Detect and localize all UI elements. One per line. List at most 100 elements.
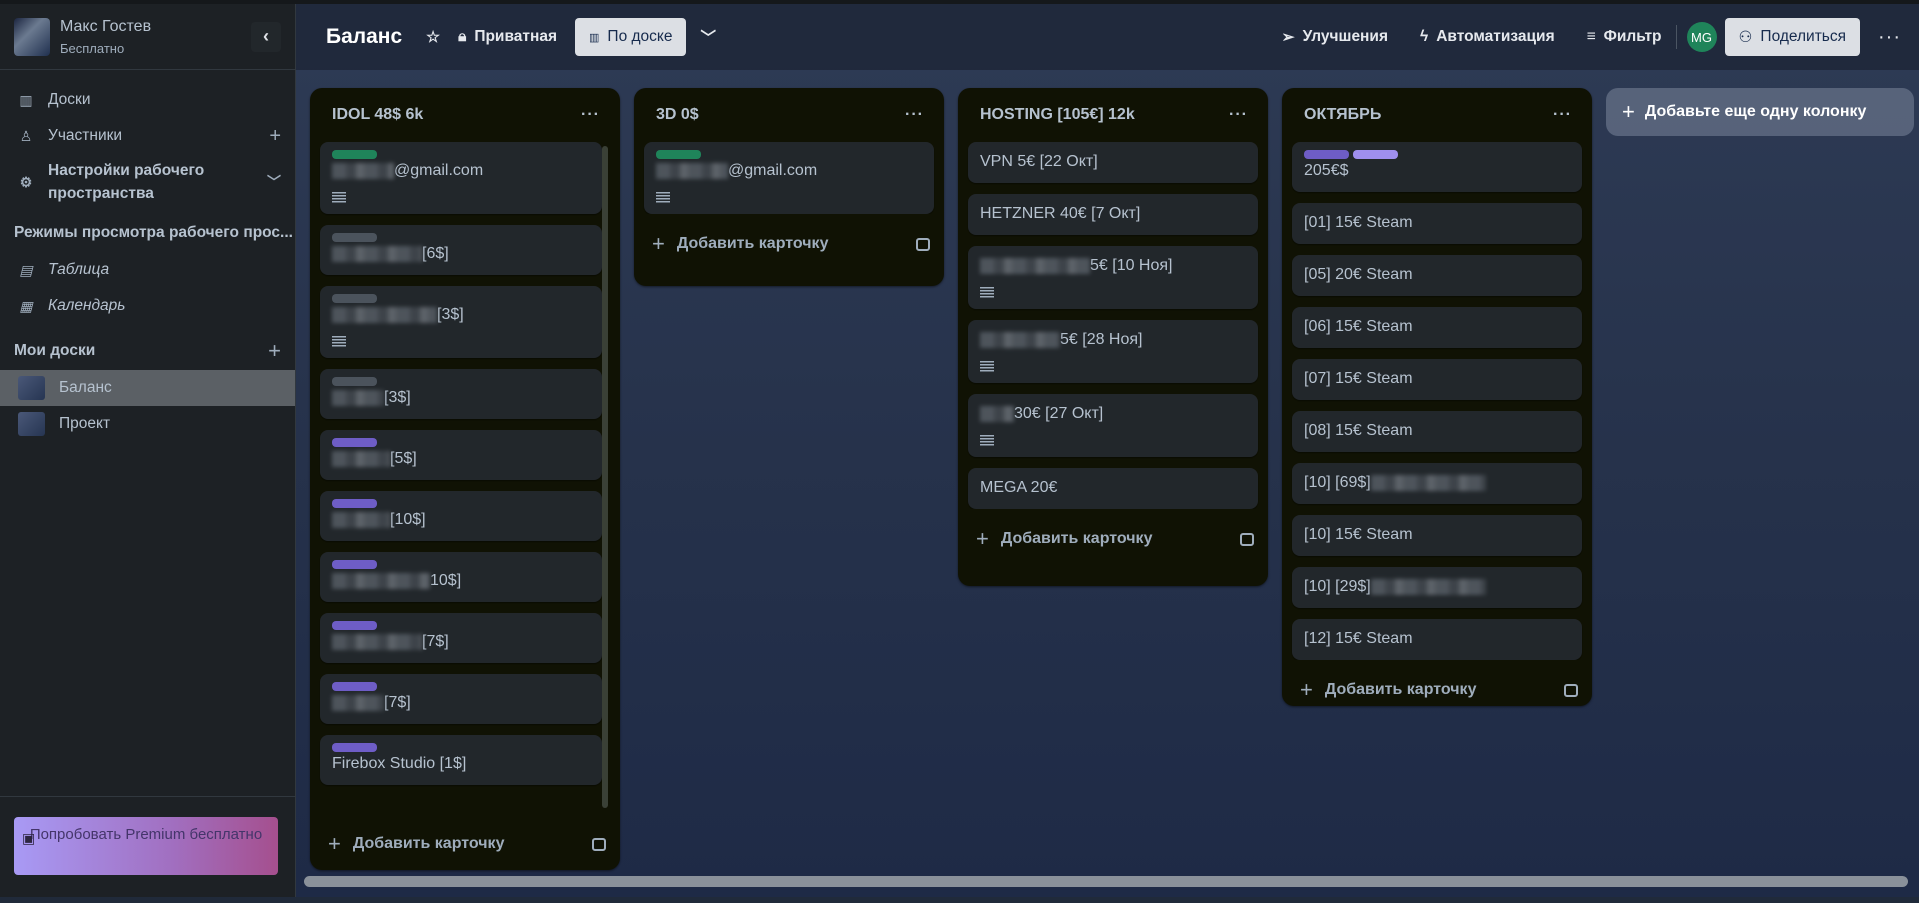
card[interactable]: [06] 15€ Steam (1292, 307, 1582, 348)
add-column-button[interactable]: + Добавьте еще одну колонку (1606, 88, 1914, 136)
card[interactable]: [10$] (320, 491, 602, 541)
column-header[interactable]: 3D 0$ ··· (634, 88, 944, 142)
sidebar: Макс Гостев Бесплатно ‹ ▥ Доски ♙ Участник… (0, 4, 296, 897)
sidebar-item-members[interactable]: ♙ Участники + (0, 118, 295, 154)
visibility-button[interactable]: 🔒︎ Приватная (458, 28, 557, 46)
card-title: [12] 15€ Steam (1304, 627, 1570, 650)
horizontal-scrollbar[interactable] (304, 876, 1908, 887)
template-icon[interactable] (1564, 683, 1578, 697)
label-purple[interactable] (332, 438, 377, 447)
user-avatar[interactable] (14, 17, 50, 56)
card[interactable]: @gmail.com (644, 142, 934, 214)
label-purple[interactable] (332, 560, 377, 569)
column-title[interactable]: HOSTING [105€] 12k (980, 106, 1135, 124)
vertical-scrollbar[interactable] (602, 146, 608, 808)
card[interactable]: [10] [69$] (1292, 463, 1582, 504)
card[interactable]: [01] 15€ Steam (1292, 203, 1582, 244)
card[interactable]: [5$] (320, 430, 602, 480)
column-header[interactable]: HOSTING [105€] 12k ··· (958, 88, 1268, 142)
label-purple[interactable] (1304, 150, 1349, 159)
label-purple[interactable] (332, 682, 377, 691)
sidebar-item-boards[interactable]: ▥ Доски (0, 82, 295, 118)
sidebar-board-project[interactable]: Проект (0, 406, 295, 442)
sidebar-item-table[interactable]: ▤ Таблица (0, 252, 295, 288)
card[interactable]: [10] 15€ Steam (1292, 515, 1582, 556)
card[interactable]: [05] 20€ Steam (1292, 255, 1582, 296)
filter-button[interactable]: ≡ Фильтр (1587, 28, 1662, 46)
card[interactable]: MEGA 20€ (968, 468, 1258, 509)
card[interactable]: [10] [29$] (1292, 567, 1582, 608)
card[interactable]: 205€$ (1292, 142, 1582, 192)
card-title: [10] [69$] (1304, 471, 1570, 494)
add-card-button[interactable]: + Добавить карточку (634, 218, 944, 270)
column-menu-icon[interactable]: ··· (581, 106, 600, 124)
card[interactable]: [07] 15€ Steam (1292, 359, 1582, 400)
redacted-text (1370, 579, 1486, 595)
column-header[interactable]: IDOL 48$ 6k ··· (310, 88, 620, 142)
add-member-icon[interactable]: + (269, 125, 281, 148)
sidebar-item-calendar[interactable]: ▦ Календарь (0, 288, 295, 324)
label-gray[interactable] (332, 233, 377, 242)
column-title[interactable]: 3D 0$ (656, 106, 699, 124)
card[interactable]: [12] 15€ Steam (1292, 619, 1582, 660)
card[interactable]: [7$] (320, 674, 602, 724)
label-purple[interactable] (332, 621, 377, 630)
card[interactable]: [08] 15€ Steam (1292, 411, 1582, 452)
column-menu-icon[interactable]: ··· (1553, 106, 1572, 124)
column-menu-icon[interactable]: ··· (1229, 106, 1248, 124)
powerups-label: Улучшения (1302, 28, 1388, 45)
label-gray[interactable] (332, 294, 377, 303)
sidebar-item-settings[interactable]: ⚙ Настройки рабочего пространства ﹀ (0, 154, 295, 210)
add-card-button[interactable]: + Добавить карточку (1282, 664, 1592, 716)
label-green[interactable] (656, 150, 701, 159)
label-purple[interactable] (332, 499, 377, 508)
board-title[interactable]: Баланс (326, 25, 402, 49)
automation-button[interactable]: ϟ Автоматизация (1420, 28, 1555, 46)
sidebar-board-balance[interactable]: Баланс (0, 370, 295, 406)
chevron-down-icon[interactable]: ﹀ (267, 171, 281, 194)
divider (0, 796, 295, 797)
card[interactable]: HETZNER 40€ [7 Окт] (968, 194, 1258, 235)
label-green[interactable] (332, 150, 377, 159)
redacted-text (332, 573, 430, 589)
description-icon (656, 192, 670, 204)
card[interactable]: 5€ [10 Ноя] (968, 246, 1258, 309)
column-header[interactable]: ОКТЯБРЬ ··· (1282, 88, 1592, 142)
my-boards-label: Мои доски (14, 342, 96, 359)
calendar-icon: ▦ (19, 297, 33, 314)
share-button[interactable]: ⚇ Поделиться (1724, 18, 1861, 56)
member-avatar[interactable]: MG (1686, 22, 1717, 52)
card[interactable]: @gmail.com (320, 142, 602, 214)
views-dropdown-button[interactable]: ﹀ (700, 26, 716, 48)
label-gray[interactable] (332, 377, 377, 386)
card[interactable]: [7$] (320, 613, 602, 663)
star-button[interactable]: ☆ (426, 28, 440, 47)
add-card-button[interactable]: + Добавить карточку (310, 818, 620, 870)
try-premium-button[interactable]: ▣ Попробовать Premium бесплатно (14, 817, 278, 875)
card[interactable]: [3$] (320, 369, 602, 419)
template-icon[interactable] (916, 237, 930, 251)
add-board-icon[interactable]: + (268, 338, 281, 364)
add-card-button[interactable]: + Добавить карточку (958, 513, 1268, 565)
card-title: @gmail.com (656, 160, 922, 182)
label-purple[interactable] (332, 743, 377, 752)
card-title: [7$] (332, 631, 590, 653)
card[interactable]: 30€ [27 Окт] (968, 394, 1258, 457)
more-menu-button[interactable]: ··· (1878, 26, 1901, 49)
card[interactable]: Firebox Studio [1$] (320, 735, 602, 785)
card[interactable]: 5€ [28 Ноя] (968, 320, 1258, 383)
card[interactable]: [3$] (320, 286, 602, 358)
template-icon[interactable] (592, 837, 606, 851)
column-title[interactable]: ОКТЯБРЬ (1304, 106, 1381, 124)
powerups-button[interactable]: ➢ Улучшения (1282, 28, 1388, 47)
label-lightpurple[interactable] (1353, 150, 1398, 159)
column-title[interactable]: IDOL 48$ 6k (332, 106, 423, 124)
card[interactable]: VPN 5€ [22 Окт] (968, 142, 1258, 183)
template-icon[interactable] (1240, 532, 1254, 546)
collapse-sidebar-button[interactable]: ‹ (251, 21, 281, 52)
plus-icon: + (652, 231, 665, 256)
card[interactable]: 10$] (320, 552, 602, 602)
column-menu-icon[interactable]: ··· (905, 106, 924, 124)
card[interactable]: [6$] (320, 225, 602, 275)
view-board-button[interactable]: ▥ По доске (575, 18, 687, 56)
